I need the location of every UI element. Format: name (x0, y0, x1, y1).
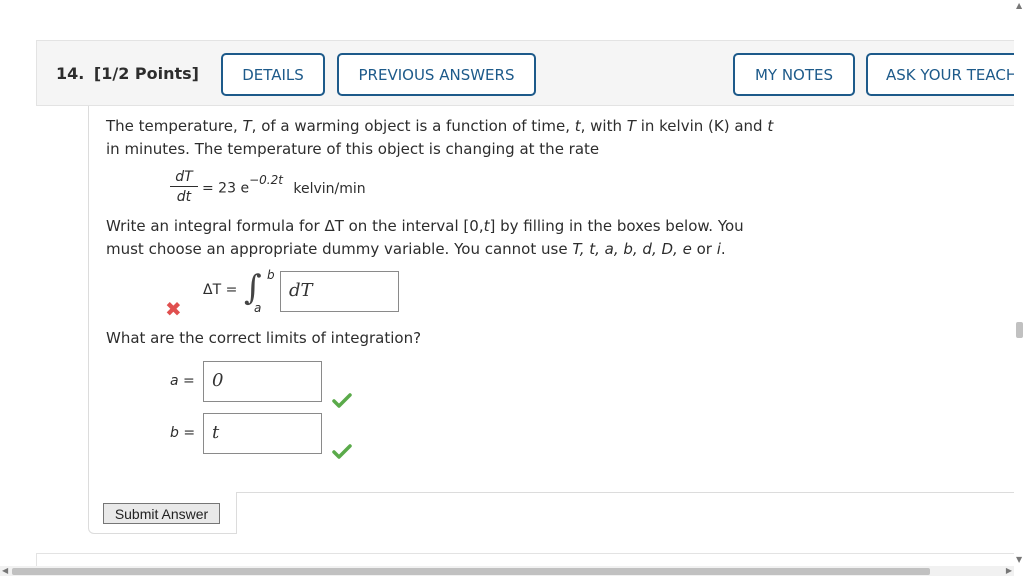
ask-teacher-button-label: ASK YOUR TEACH (886, 65, 1016, 84)
question-number-label: 14. (56, 64, 85, 83)
b-input[interactable]: t (203, 413, 322, 454)
instruction-line-1: Write an integral formula for ΔT on the … (106, 217, 744, 235)
scroll-left-arrow-icon[interactable]: ◀ (2, 566, 8, 576)
rate-denominator: dt (176, 189, 192, 205)
rate-expression: = 23 e−0.2t kelvin/min (202, 173, 366, 197)
rate-exponent: −0.2t (249, 173, 283, 187)
vertical-scroll-thumb[interactable] (1016, 322, 1023, 338)
integrand-input[interactable]: dT (280, 271, 399, 312)
details-button-label: DETAILS (242, 65, 304, 84)
submit-answer-button[interactable]: Submit Answer (103, 503, 220, 524)
question-number: 14. [1/2 Points] (56, 64, 199, 83)
previous-answers-button[interactable]: PREVIOUS ANSWERS (337, 53, 536, 96)
next-question-card (36, 553, 1016, 566)
rate-fraction: dT dt (170, 168, 198, 207)
vertical-scrollbar[interactable]: ▲ ▼ (1014, 0, 1024, 566)
integral-lower-limit: a (254, 301, 262, 315)
check-mark-icon (332, 393, 352, 408)
rate-unit: kelvin/min (293, 180, 366, 197)
ask-your-teacher-button[interactable]: ASK YOUR TEACH (866, 53, 1016, 96)
delta-t-label: ΔT = (203, 282, 238, 298)
problem-intro-line-1: The temperature, T, of a warming object … (106, 117, 774, 135)
a-label: a = (170, 373, 195, 389)
x-mark-icon: ✖ (165, 297, 182, 321)
my-notes-button-label: MY NOTES (754, 65, 834, 84)
previous-answers-button-label: PREVIOUS ANSWERS (358, 65, 515, 84)
scroll-right-arrow-icon[interactable]: ▶ (1006, 566, 1012, 576)
rate-numerator: dT (170, 168, 198, 187)
scroll-up-arrow-icon[interactable]: ▲ (1016, 2, 1022, 10)
b-label: b = (170, 425, 196, 441)
divider (237, 492, 1017, 493)
problem-intro-line-2: in minutes. The temperature of this obje… (106, 140, 600, 158)
question-header: 14. [1/2 Points] DETAILS PREVIOUS ANSWER… (36, 40, 1024, 106)
a-input[interactable]: 0 (203, 361, 322, 402)
rate-coefficient: = 23 e (202, 180, 250, 197)
my-notes-button[interactable]: MY NOTES (733, 53, 855, 96)
points-label: [1/2 Points] (93, 64, 199, 83)
scroll-down-arrow-icon[interactable]: ▼ (1016, 556, 1022, 564)
horizontal-scrollbar[interactable]: ◀ ▶ (0, 566, 1014, 576)
horizontal-scroll-thumb[interactable] (12, 568, 930, 575)
check-mark-icon (332, 444, 352, 459)
limits-question: What are the correct limits of integrati… (106, 329, 422, 347)
integral-upper-limit: b (267, 268, 275, 282)
instruction-line-2: must choose an appropriate dummy variabl… (106, 240, 726, 258)
details-button[interactable]: DETAILS (221, 53, 325, 96)
